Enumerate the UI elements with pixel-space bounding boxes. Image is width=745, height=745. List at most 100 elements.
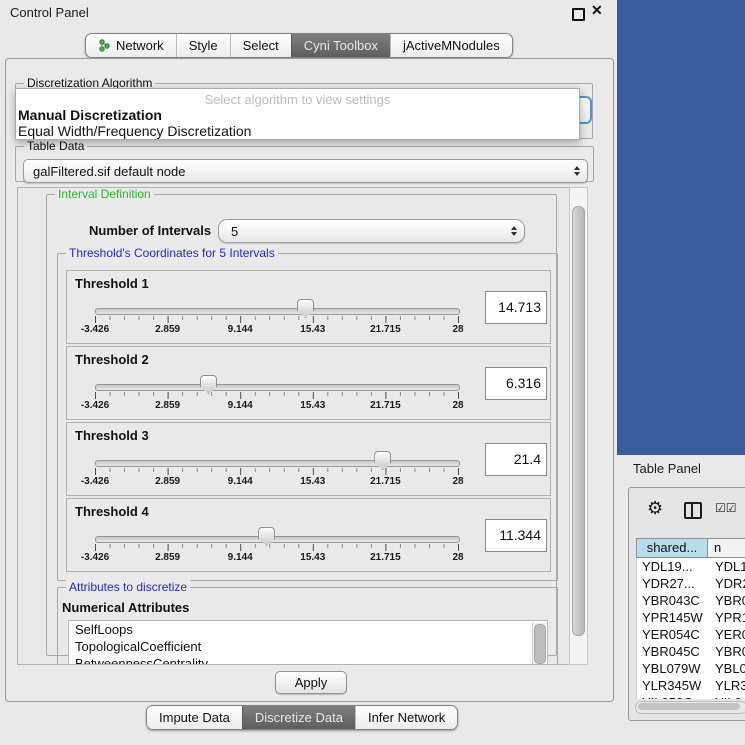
attributes-list-scrollbar-thumb[interactable] (534, 624, 546, 664)
threshold-value-field[interactable]: 11.344 (485, 519, 547, 552)
table-row[interactable]: YDR27...YDR2 (637, 575, 745, 592)
table-data-combobox-value: galFiltered.sif default node (24, 164, 185, 179)
control-panel-window: Control Panel ✕ NetworkStyleSelect Cyni T… (0, 0, 617, 745)
num-intervals-value: 5 (219, 224, 238, 239)
control-panel-title: Control Panel (10, 5, 89, 20)
table-row[interactable]: YBR045CYBR0 (637, 643, 745, 660)
table-horizontal-scrollbar-thumb[interactable] (638, 703, 740, 710)
tab-jactivemnodules[interactable]: jActiveMNodules (390, 34, 512, 57)
table-row[interactable]: YBR043CYBR0 (637, 592, 745, 609)
slider-tick-marks (95, 392, 459, 400)
threshold-label: Threshold 4 (75, 504, 149, 519)
threshold-panel-3: Threshold 3-3.4262.8599.14415.4321.71528… (66, 422, 551, 496)
table-data-group-title: Table Data (24, 139, 87, 154)
slider-tick-label: -3.426 (65, 552, 125, 563)
threshold-slider-track[interactable] (95, 460, 460, 467)
cell-name: YBR0 (709, 592, 745, 609)
table-row[interactable]: YPR145WYPR1 (637, 609, 745, 626)
cell-name: YPR1 (709, 609, 745, 626)
slider-tick-label: 9.144 (210, 552, 270, 563)
split-pane-icon[interactable] (684, 502, 702, 519)
bottom-tab-infer-network[interactable]: Infer Network (355, 706, 457, 729)
table-panel-title: Table Panel (633, 461, 701, 476)
algorithm-dropdown-popup: Select algorithm to view settings Manual… (15, 88, 580, 140)
settings-scrollbar[interactable] (569, 187, 588, 665)
attribute-item-topologicalcoefficient[interactable]: TopologicalCoefficient (69, 638, 547, 655)
node-table-rows: YDL19...YDL1YDR27...YDR2YBR043CYBR0YPR14… (636, 558, 745, 699)
cell-shared-name: YER054C (637, 626, 709, 643)
slider-tick-label: 9.144 (210, 476, 270, 487)
column-header-shared-name[interactable]: shared... (636, 538, 708, 558)
table-row[interactable]: YBL079WYBL0 (637, 660, 745, 677)
threshold-label: Threshold 1 (75, 276, 149, 291)
threshold-panel-4: Threshold 4-3.4262.8599.14415.4321.71528… (66, 498, 551, 572)
slider-tick-label: 28 (428, 476, 488, 487)
settings-scroll-viewport: Interval Definition Number of Intervals … (17, 187, 570, 665)
slider-tick-label: 21.715 (355, 324, 415, 335)
threshold-slider-track[interactable] (95, 536, 460, 543)
node-table-header: shared... n (636, 538, 745, 558)
attribute-item-selfloops[interactable]: SelfLoops (69, 621, 547, 638)
cell-shared-name: YIL052C (637, 694, 709, 699)
cell-shared-name: YDR27... (637, 575, 709, 592)
tab-label: Cyni Toolbox (304, 38, 378, 53)
float-window-icon[interactable] (572, 8, 585, 21)
slider-tick-label: 9.144 (210, 324, 270, 335)
threshold-value-field[interactable]: 21.4 (485, 443, 547, 476)
control-panel-tabs: NetworkStyleSelect Cyni Toolbox jActiveMNo… (85, 33, 513, 58)
num-intervals-label: Number of Intervals (89, 223, 211, 238)
slider-tick-label: 21.715 (355, 476, 415, 487)
checkbox-icons[interactable]: ☑☑ (715, 501, 737, 515)
tab-select[interactable]: Select (230, 34, 291, 57)
bottom-tab-label: Impute Data (159, 710, 230, 725)
threshold-label: Threshold 2 (75, 352, 149, 367)
column-header-name[interactable]: n (708, 538, 745, 558)
table-row[interactable]: YLR345WYLR3 (637, 677, 745, 694)
threshold-slider-track[interactable] (95, 308, 460, 315)
slider-tick-label: 15.43 (283, 476, 343, 487)
slider-tick-label: 2.859 (138, 476, 198, 487)
bottom-tab-impute-data[interactable]: Impute Data (147, 706, 242, 729)
algorithm-option-equal-width-frequency-discretization[interactable]: Equal Width/Frequency Discretization (16, 123, 579, 139)
attributes-list-scrollbar[interactable] (532, 622, 546, 665)
bottom-tab-discretize-data[interactable]: Discretize Data (242, 706, 355, 729)
close-window-icon[interactable]: ✕ (591, 2, 603, 19)
slider-tick-label: 15.43 (283, 324, 343, 335)
cell-name: YBL0 (709, 660, 745, 677)
screen: Control Panel ✕ NetworkStyleSelect Cyni T… (0, 0, 745, 745)
threshold-value-field[interactable]: 14.713 (485, 291, 547, 324)
table-data-combobox[interactable]: galFiltered.sif default node (23, 159, 588, 183)
tab-network[interactable]: Network (86, 34, 176, 57)
table-row[interactable]: YER054CYER0 (637, 626, 745, 643)
threshold-value-field[interactable]: 6.316 (485, 367, 547, 400)
cell-name: YER0 (709, 626, 745, 643)
num-intervals-combobox[interactable]: 5 (218, 219, 525, 243)
gear-icon[interactable]: ⚙ (647, 498, 663, 519)
settings-scrollbar-thumb[interactable] (572, 206, 585, 636)
tab-style[interactable]: Style (176, 34, 230, 57)
table-horizontal-scrollbar[interactable] (635, 701, 745, 714)
numerical-attributes-list[interactable]: SelfLoopsTopologicalCoefficientBetweenne… (68, 620, 548, 665)
algorithm-option-manual-discretization[interactable]: Manual Discretization (16, 107, 579, 123)
slider-tick-label: 21.715 (355, 552, 415, 563)
tab-cyni-toolbox[interactable]: Cyni Toolbox (291, 34, 390, 57)
threshold-panel-1: Threshold 1-3.4262.8599.14415.4321.71528… (66, 270, 551, 344)
threshold-label: Threshold 3 (75, 428, 149, 443)
threshold-slider-track[interactable] (95, 384, 460, 391)
apply-button[interactable]: Apply (275, 671, 347, 694)
threshold-panel-2: Threshold 2-3.4262.8599.14415.4321.71528… (66, 346, 551, 420)
cell-shared-name: YBR043C (637, 592, 709, 609)
cell-name: YDL1 (709, 558, 745, 575)
table-row[interactable]: YIL052CYIL0 (637, 694, 745, 699)
slider-tick-label: 2.859 (138, 400, 198, 411)
interval-definition-group: Interval Definition Number of Intervals … (46, 194, 557, 656)
slider-tick-label: 28 (428, 324, 488, 335)
cyni-toolbox-panel: Discretization Algorithm Select algorith… (5, 58, 614, 702)
attribute-item-betweennesscentrality[interactable]: BetweennessCentrality (69, 655, 547, 665)
cell-shared-name: YBL079W (637, 660, 709, 677)
slider-tick-label: 9.144 (210, 400, 270, 411)
cell-shared-name: YLR345W (637, 677, 709, 694)
table-row[interactable]: YDL19...YDL1 (637, 558, 745, 575)
cell-name: YLR3 (709, 677, 745, 694)
slider-tick-label: -3.426 (65, 324, 125, 335)
